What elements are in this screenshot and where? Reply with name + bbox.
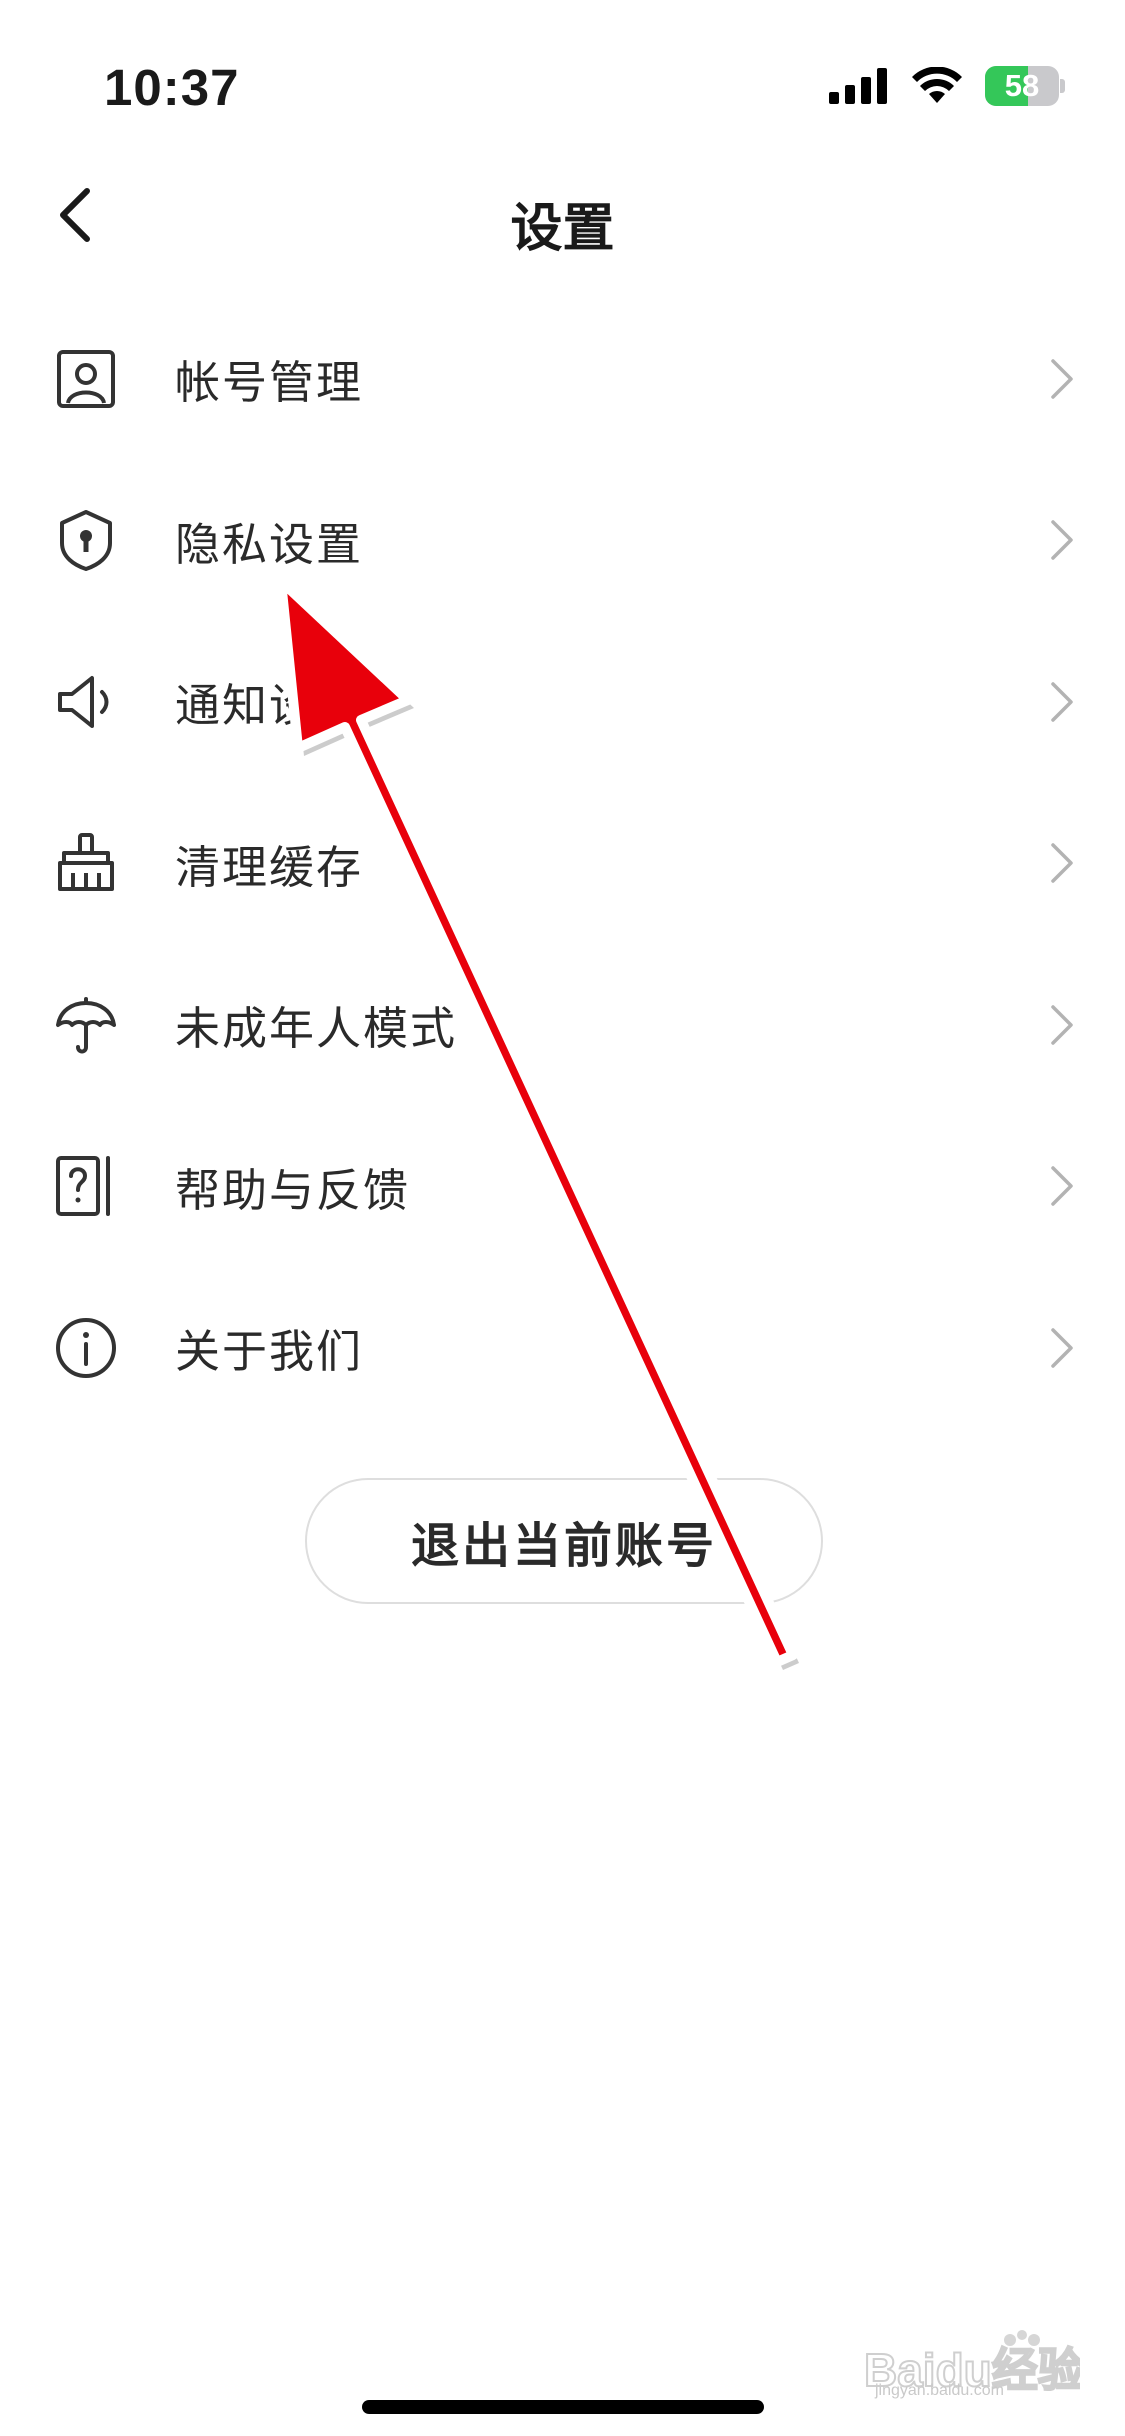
shield-keyhole-icon — [52, 506, 120, 574]
status-icons: 58 — [829, 66, 1065, 106]
logout-button[interactable]: 退出当前账号 — [305, 1478, 823, 1604]
menu-item-notifications[interactable]: 通知设置 — [0, 621, 1125, 783]
logout-label: 退出当前账号 — [410, 1518, 717, 1574]
battery-indicator: 58 — [985, 66, 1065, 106]
info-icon — [52, 1314, 120, 1382]
home-indicator[interactable] — [362, 2400, 764, 2414]
menu-item-about[interactable]: 关于我们 — [0, 1267, 1125, 1429]
menu-item-label: 通知设置 — [175, 679, 364, 733]
chevron-right-icon — [1051, 520, 1073, 560]
broom-icon — [52, 829, 120, 897]
menu-item-label: 关于我们 — [175, 1325, 364, 1379]
help-question-icon — [52, 1152, 120, 1220]
menu-item-label: 清理缓存 — [175, 840, 364, 894]
cellular-signal-icon — [829, 68, 887, 104]
nav-bar: 设置 — [0, 150, 1125, 280]
page-title: 设置 — [510, 199, 615, 259]
menu-item-label: 未成年人模式 — [175, 1002, 458, 1056]
menu-item-label: 隐私设置 — [175, 517, 364, 571]
watermark-domain: jingyan.baidu.com — [875, 2382, 1004, 2399]
menu-item-minor-mode[interactable]: 未成年人模式 — [0, 944, 1125, 1106]
menu-item-label: 帮助与反馈 — [175, 1163, 411, 1217]
settings-menu: 帐号管理 隐私设置 通知设置 清理缓存 未成年人模式 帮助与反馈 关于我们 — [0, 298, 1125, 1429]
wifi-icon — [912, 67, 962, 103]
status-bar: 10:37 58 — [0, 0, 1125, 150]
menu-item-privacy[interactable]: 隐私设置 — [0, 460, 1125, 622]
chevron-right-icon — [1051, 843, 1073, 883]
status-time: 10:37 — [104, 59, 240, 116]
menu-item-help-feedback[interactable]: 帮助与反馈 — [0, 1106, 1125, 1268]
chevron-right-icon — [1051, 359, 1073, 399]
menu-item-clear-cache[interactable]: 清理缓存 — [0, 783, 1125, 945]
umbrella-icon — [52, 991, 120, 1059]
chevron-right-icon — [1051, 682, 1073, 722]
menu-item-account[interactable]: 帐号管理 — [0, 298, 1125, 460]
chevron-right-icon — [1051, 1328, 1073, 1368]
chevron-right-icon — [1051, 1166, 1073, 1206]
speaker-icon — [52, 668, 120, 736]
menu-item-label: 帐号管理 — [175, 356, 364, 410]
chevron-right-icon — [1051, 1005, 1073, 1045]
battery-percent: 58 — [1004, 68, 1040, 103]
user-card-icon — [52, 345, 120, 413]
